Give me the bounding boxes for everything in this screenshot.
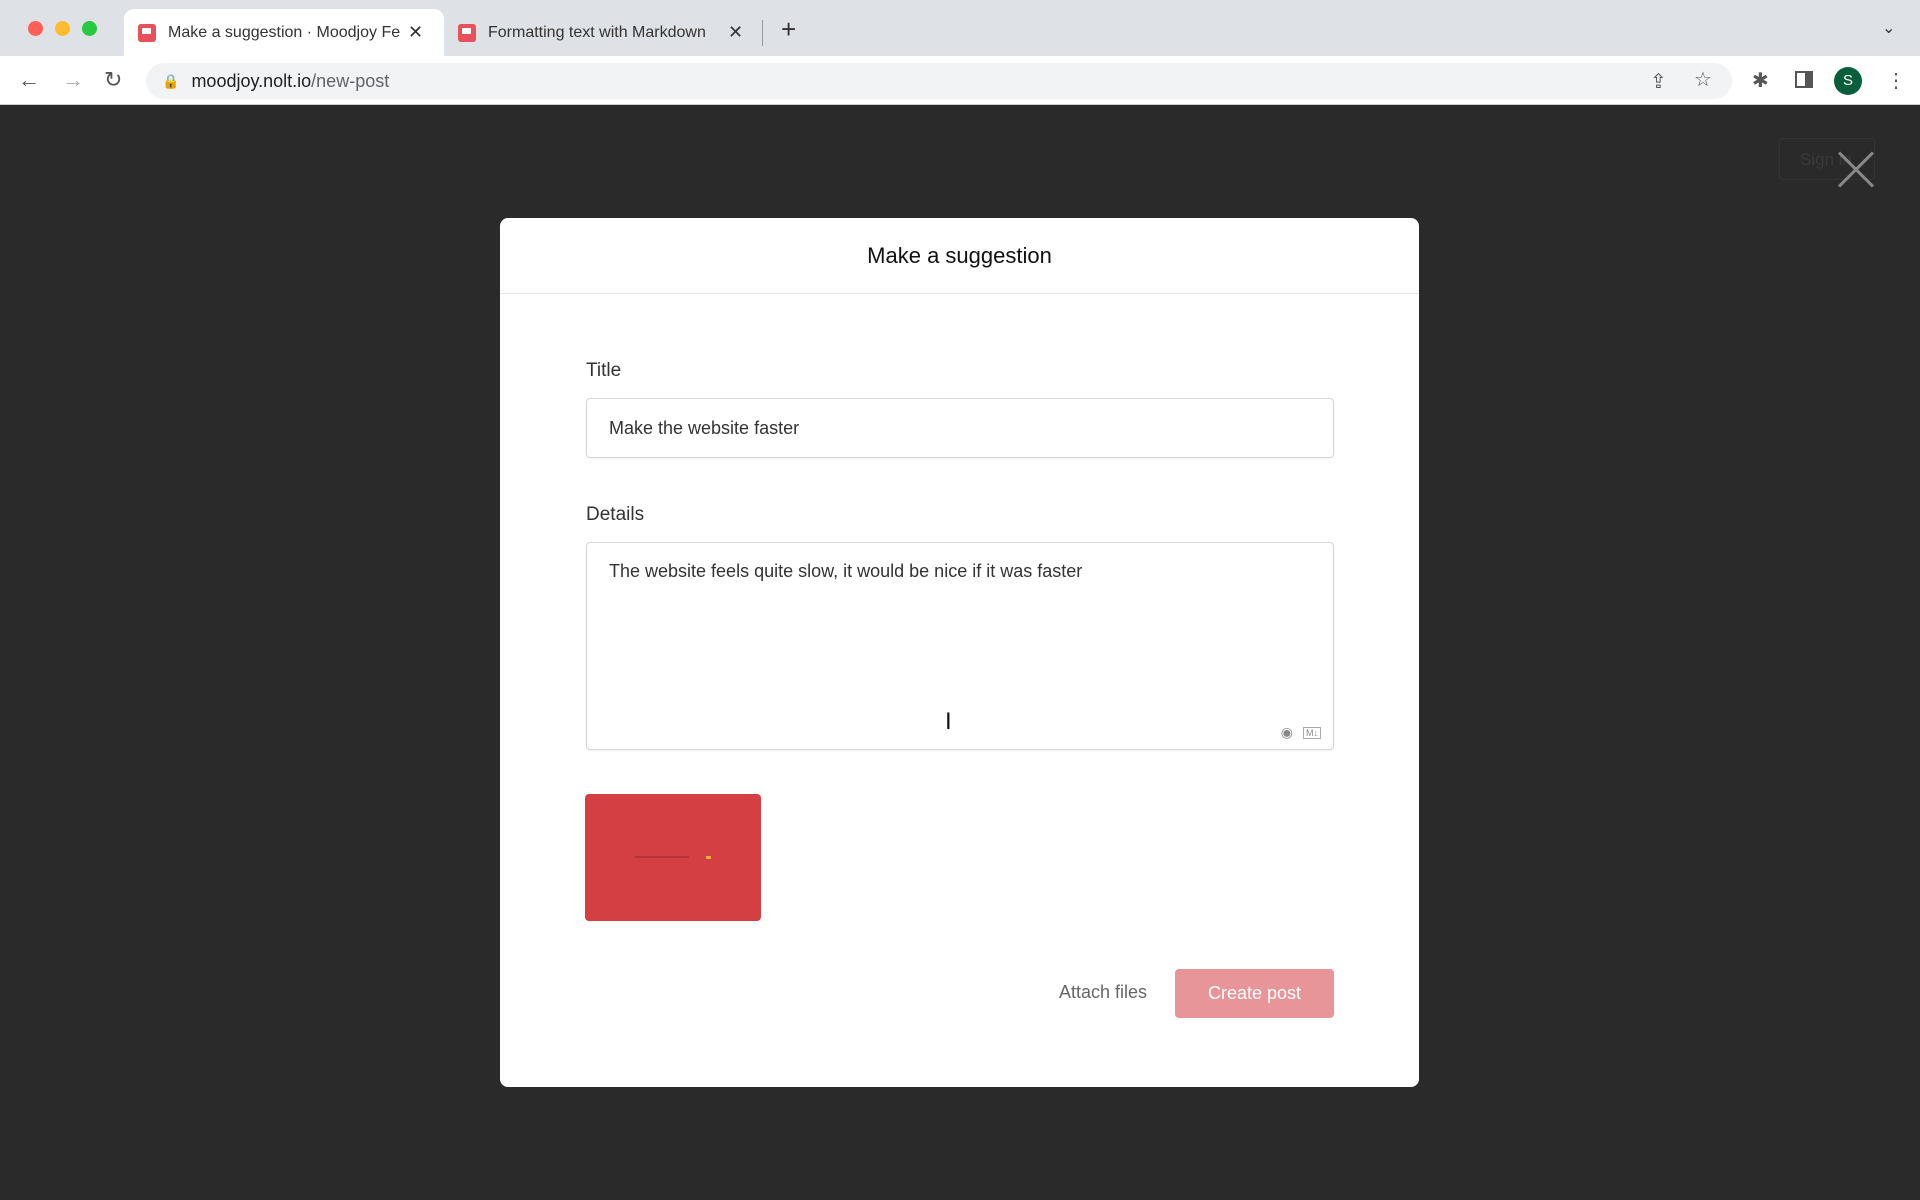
details-text: The website feels quite slow, it would b…: [609, 561, 1083, 581]
address-bar[interactable]: 🔒 moodjoy.nolt.io/new-post ⇪ ☆: [146, 63, 1732, 99]
create-post-button[interactable]: Create post: [1175, 969, 1334, 1018]
preview-eye-icon[interactable]: ◉: [1281, 724, 1293, 741]
extensions-icon[interactable]: ✱: [1752, 68, 1769, 93]
profile-avatar[interactable]: S: [1834, 67, 1862, 95]
attach-files-button[interactable]: Attach files: [1059, 982, 1147, 1003]
markdown-icon: M↓: [1303, 727, 1321, 739]
tab-search-chevron-down-icon[interactable]: ⌄: [1882, 18, 1895, 38]
tab-strip: Make a suggestion · Moodjoy Feedback ✕ F…: [0, 0, 1920, 56]
url-host: moodjoy.nolt.io: [191, 70, 312, 91]
minimize-window-button[interactable]: [55, 21, 70, 36]
title-label: Title: [586, 360, 622, 381]
share-icon[interactable]: ⇪: [1650, 69, 1667, 94]
close-tab-icon[interactable]: ✕: [408, 22, 423, 43]
tab-title: Formatting text with Markdown: [488, 23, 706, 41]
nolt-favicon-icon: [138, 23, 156, 42]
attachment-thumbnail[interactable]: [585, 794, 761, 921]
tab-make-suggestion[interactable]: Make a suggestion · Moodjoy Feedback ✕: [124, 9, 444, 56]
upload-progress-tip: [706, 856, 711, 859]
forward-icon[interactable]: →: [62, 67, 84, 93]
tab-title: Make a suggestion · Moodjoy Feedback: [168, 23, 400, 41]
reload-icon[interactable]: ↻: [104, 67, 122, 93]
details-label: Details: [586, 504, 645, 525]
tab-formatting-markdown[interactable]: Formatting text with Markdown ✕: [444, 9, 764, 56]
back-icon[interactable]: ←: [18, 67, 40, 93]
details-textarea[interactable]: The website feels quite slow, it would b…: [586, 542, 1334, 750]
star-icon[interactable]: ☆: [1694, 67, 1712, 92]
sidepanel-icon[interactable]: [1795, 71, 1813, 88]
upload-progress-bar: [635, 856, 689, 858]
close-window-button[interactable]: [28, 21, 43, 36]
nolt-favicon-icon: [458, 23, 476, 42]
tab-divider: [762, 20, 763, 46]
title-input[interactable]: Make the website faster: [586, 398, 1334, 458]
url-path: /new-post: [311, 70, 390, 91]
browser-toolbar: ← → ↻ 🔒 moodjoy.nolt.io/new-post ⇪ ☆ ✱ ⋮: [0, 56, 1920, 105]
text-cursor-icon: I: [945, 708, 952, 735]
close-modal-icon[interactable]: [1836, 150, 1876, 190]
modal-title: Make a suggestion: [500, 218, 1419, 294]
maximize-window-button[interactable]: [82, 21, 97, 36]
new-tab-button[interactable]: +: [781, 14, 796, 45]
close-tab-icon[interactable]: ✕: [728, 22, 743, 43]
menu-icon[interactable]: ⋮: [1886, 68, 1906, 93]
lock-icon: 🔒: [162, 72, 180, 89]
suggestion-modal: Make a suggestion Title Make the website…: [500, 218, 1419, 1087]
